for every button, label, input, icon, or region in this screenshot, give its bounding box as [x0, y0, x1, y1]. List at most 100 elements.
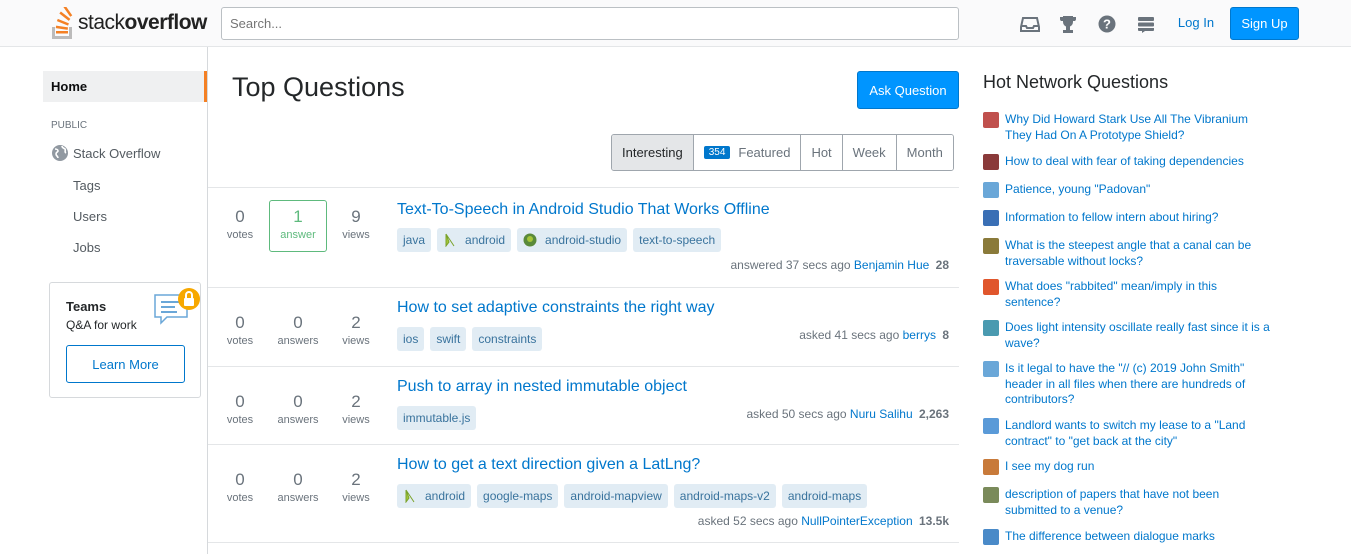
hot-question-item: Why Did Howard Stark Use All The Vibrani…	[983, 112, 1273, 143]
view-count: 2 views	[327, 313, 385, 347]
vote-count: 0 votes	[211, 207, 269, 241]
logo-text-bold: overflow	[124, 11, 208, 34]
hot-question-link[interactable]: Landlord wants to switch my lease to a "…	[1005, 418, 1273, 449]
tag-android-mapview[interactable]: android-mapview	[564, 484, 668, 508]
site-favicon-icon	[983, 418, 999, 434]
hot-question-item: Patience, young "Padovan"	[983, 182, 1273, 198]
hot-question-link[interactable]: I see my dog run	[1005, 459, 1273, 475]
view-count-number: 9	[351, 207, 361, 226]
hot-question-link[interactable]: Patience, young "Padovan"	[1005, 182, 1273, 198]
tab-week[interactable]: Week	[841, 135, 896, 170]
teams-lock-illustration-icon	[154, 288, 200, 325]
site-favicon-icon	[983, 238, 999, 254]
question-activity-time[interactable]: asked 52 secs ago	[698, 514, 798, 528]
tab-hot[interactable]: Hot	[800, 135, 842, 170]
tag-java[interactable]: java	[397, 228, 432, 252]
question-user-link[interactable]: Benjamin Hue	[854, 258, 929, 272]
login-link[interactable]: Log In	[1170, 15, 1222, 30]
ask-question-button[interactable]: Ask Question	[857, 71, 959, 109]
nav-stack-overflow[interactable]: Stack Overflow	[51, 144, 160, 162]
vote-count-label: votes	[226, 414, 254, 426]
android-tag-icon	[405, 489, 415, 503]
site-favicon-icon	[983, 182, 999, 198]
hot-question-link[interactable]: Does light intensity oscillate really fa…	[1005, 320, 1273, 351]
question-tags: immutable.js	[397, 406, 477, 430]
tag-text-to-speech[interactable]: text-to-speech	[633, 228, 722, 252]
vote-count-label: votes	[226, 229, 254, 241]
stackoverflow-logo[interactable]: stackoverflow	[50, 7, 207, 39]
nav-tags[interactable]: Tags	[73, 178, 100, 193]
search-input[interactable]	[221, 7, 959, 40]
answer-count-label: answers	[277, 335, 319, 347]
hot-question-link[interactable]: What is the steepest angle that a canal …	[1005, 238, 1273, 269]
site-favicon-icon	[983, 112, 999, 128]
hot-question-link[interactable]: Information to fellow intern about hirin…	[1005, 210, 1273, 226]
question-activity-time[interactable]: asked 50 secs ago	[747, 407, 847, 421]
nav-users[interactable]: Users	[73, 209, 107, 224]
hot-question-item: Information to fellow intern about hirin…	[983, 210, 1273, 226]
tag-swift[interactable]: swift	[430, 327, 467, 351]
learn-more-button[interactable]: Learn More	[66, 345, 185, 383]
vote-count: 0 votes	[211, 392, 269, 426]
answer-count: 0 answers	[269, 313, 327, 347]
view-count: 9 views	[327, 207, 385, 241]
nav-jobs[interactable]: Jobs	[73, 240, 100, 255]
hot-question-item: How to deal with fear of taking dependen…	[983, 154, 1273, 170]
tag-android-maps-v2[interactable]: android-maps-v2	[673, 484, 776, 508]
question-title-link[interactable]: How to set adaptive constraints the righ…	[397, 299, 715, 317]
tag-android-maps[interactable]: android-maps	[781, 484, 868, 508]
tag-android[interactable]: android	[437, 228, 512, 252]
question-row: 0 votes 1 answer 9 views Text-To-Speech …	[208, 188, 959, 288]
signup-button[interactable]: Sign Up	[1230, 7, 1299, 40]
tag-label: constraints	[478, 332, 537, 346]
question-activity-time[interactable]: asked 41 secs ago	[799, 328, 899, 342]
hot-question-link[interactable]: The difference between dialogue marks	[1005, 529, 1273, 545]
user-reputation: 28	[935, 258, 949, 272]
question-title-link[interactable]: How to get a text direction given a LatL…	[397, 456, 700, 474]
hot-question-link[interactable]: Why Did Howard Stark Use All The Vibrani…	[1005, 112, 1273, 143]
tab-featured-label: Featured	[738, 145, 791, 160]
tag-android[interactable]: android	[397, 484, 472, 508]
hot-question-item: Does light intensity oscillate really fa…	[983, 320, 1273, 351]
tag-constraints[interactable]: constraints	[472, 327, 543, 351]
logo-text-plain: stack	[78, 11, 125, 34]
site-switcher-icon[interactable]	[1136, 14, 1156, 34]
tab-interesting[interactable]: Interesting	[612, 135, 693, 170]
tag-ios[interactable]: ios	[397, 327, 425, 351]
site-favicon-icon	[983, 210, 999, 226]
tag-label: android-studio	[545, 233, 622, 247]
tab-featured[interactable]: 354 Featured	[692, 135, 801, 170]
nav-home[interactable]: Home	[43, 71, 207, 102]
inbox-icon[interactable]	[1020, 14, 1040, 34]
nav-public-heading: PUBLIC	[51, 120, 88, 131]
question-user-link[interactable]: NullPointerException	[801, 514, 912, 528]
hot-question-link[interactable]: description of papers that have not been…	[1005, 487, 1273, 518]
tab-month[interactable]: Month	[895, 135, 953, 170]
globe-icon	[52, 145, 68, 161]
question-title-link[interactable]: Text-To-Speech in Android Studio That Wo…	[397, 201, 770, 219]
tag-google-maps[interactable]: google-maps	[477, 484, 559, 508]
hot-question-item: description of papers that have not been…	[983, 487, 1273, 518]
trophy-icon[interactable]	[1058, 14, 1078, 34]
tag-android-studio[interactable]: android-studio	[517, 228, 628, 252]
tab-week-label: Week	[852, 145, 886, 160]
vote-count: 0 votes	[211, 313, 269, 347]
question-user-link[interactable]: Nuru Salihu	[850, 407, 913, 421]
hot-question-link[interactable]: How to deal with fear of taking dependen…	[1005, 154, 1273, 170]
vote-count-number: 0	[235, 207, 245, 226]
hot-question-link[interactable]: What does "rabbited" mean/imply in this …	[1005, 279, 1273, 310]
question-title-link[interactable]: Push to array in nested immutable object	[397, 378, 687, 396]
user-reputation: 8	[942, 328, 949, 342]
tag-immutable-js[interactable]: immutable.js	[397, 406, 477, 430]
tag-label: ios	[403, 332, 419, 346]
question-tags: ios swift constraints	[397, 327, 543, 351]
help-icon[interactable]: ?	[1097, 14, 1117, 34]
question-user-link[interactable]: berrys	[903, 328, 936, 342]
question-activity-time[interactable]: answered 37 secs ago	[731, 258, 851, 272]
hot-question-link[interactable]: Is it legal to have the "// (c) 2019 Joh…	[1005, 361, 1273, 408]
site-favicon-icon	[983, 154, 999, 170]
hot-question-item: Landlord wants to switch my lease to a "…	[983, 418, 1273, 449]
view-count-label: views	[342, 492, 370, 504]
question-meta: answered 37 secs ago Benjamin Hue 28	[731, 258, 950, 272]
answer-count-number: 1	[293, 207, 303, 226]
